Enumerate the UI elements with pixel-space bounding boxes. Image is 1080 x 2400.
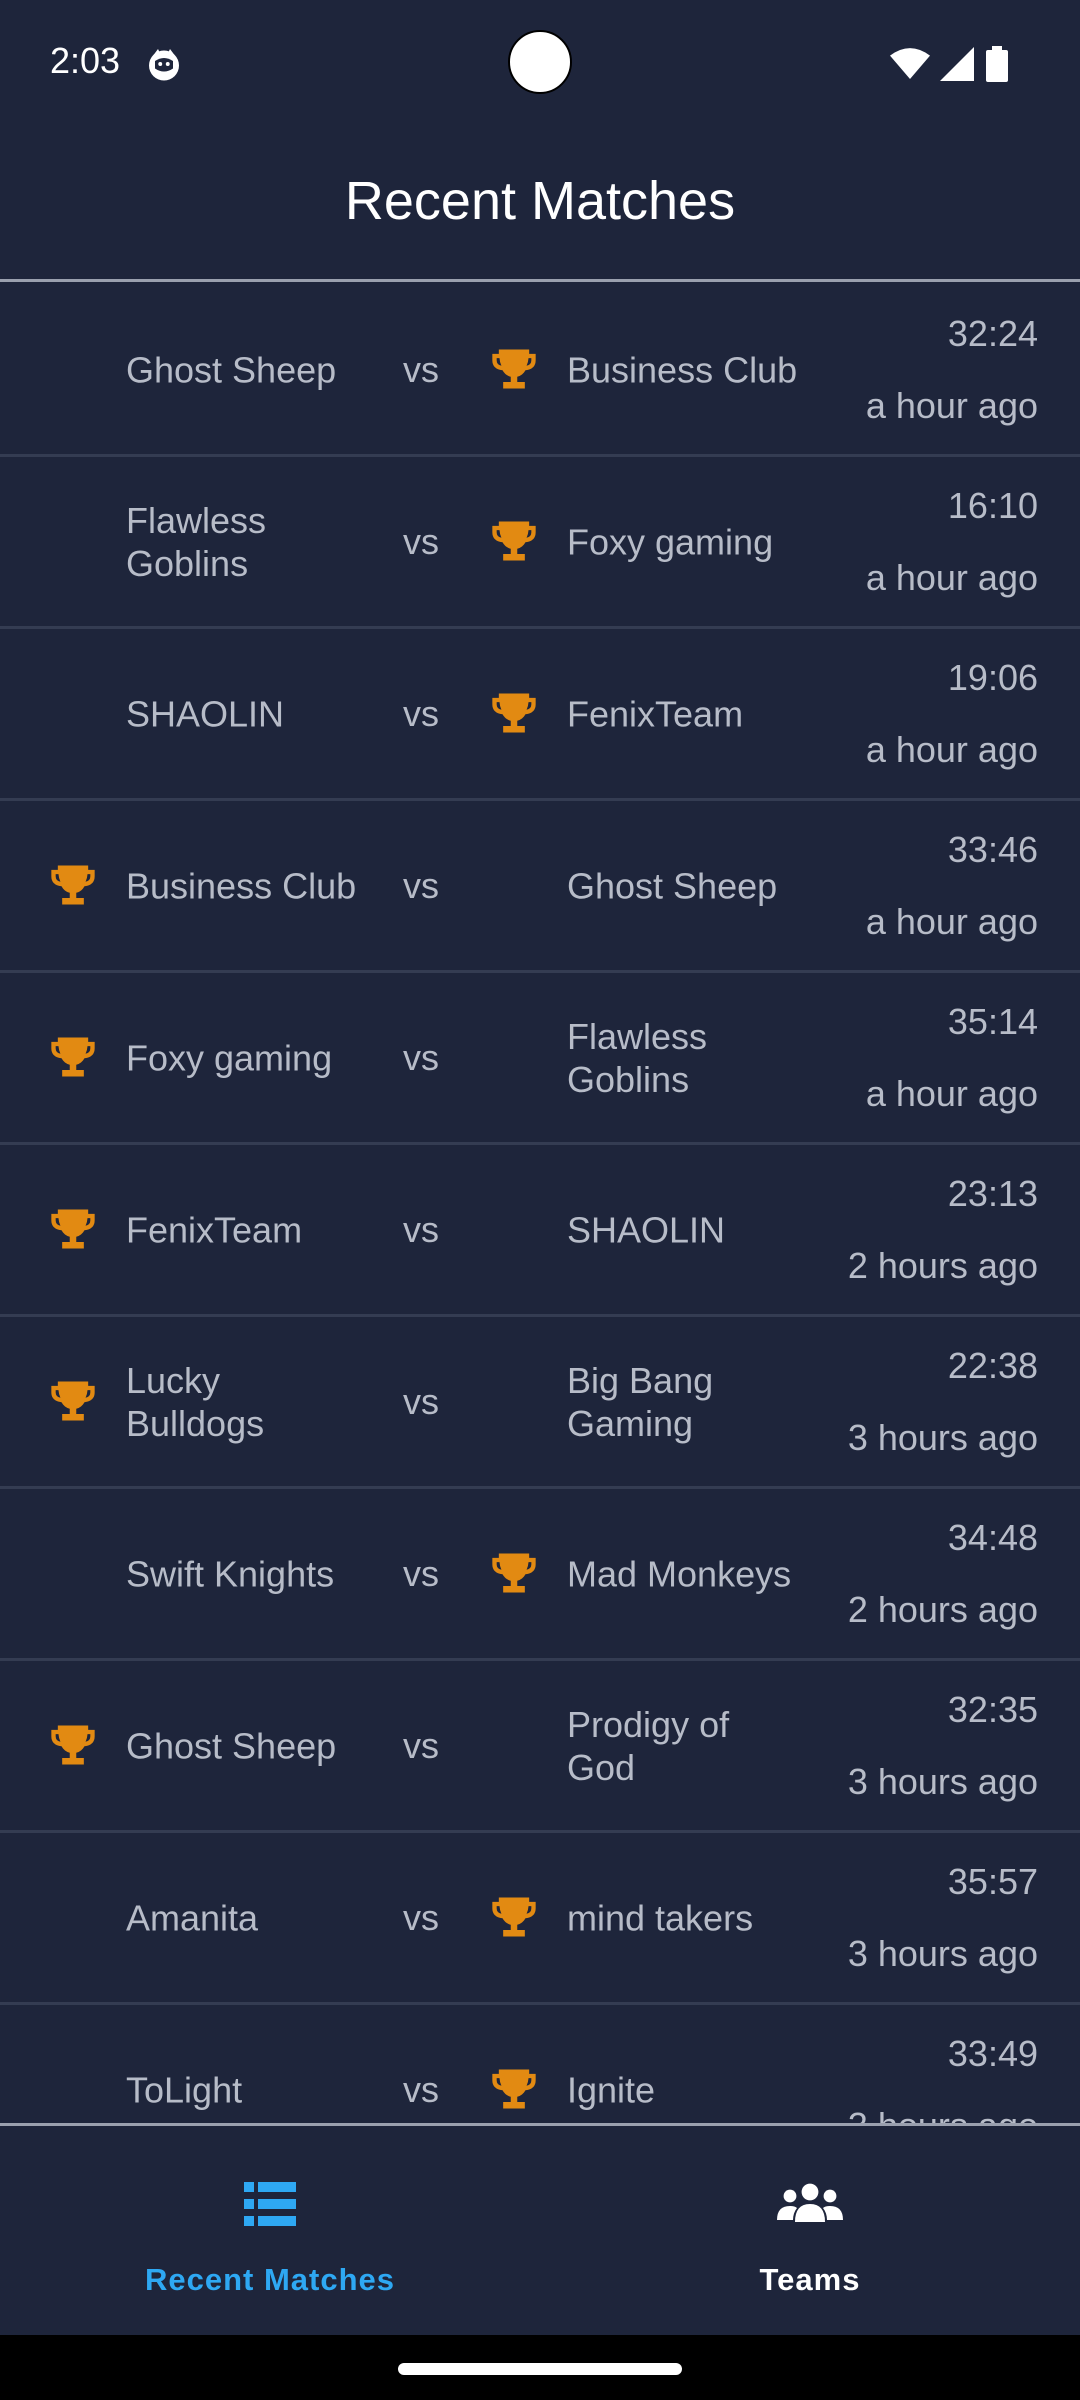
- match-time-ago: 3 hours ago: [847, 1761, 1038, 1802]
- match-time-ago: 2 hours ago: [847, 1245, 1038, 1286]
- vs-label: vs: [403, 348, 439, 390]
- bottom-navigation: Recent Matches Teams: [0, 2123, 1080, 2335]
- nav-teams[interactable]: Teams: [540, 2126, 1080, 2335]
- match-row[interactable]: Ghost Sheep vs Prodigy of God 32:35 3 hours …: [0, 1661, 1080, 1833]
- match-duration: 16:10: [947, 485, 1038, 526]
- people-icon: [777, 2183, 843, 2222]
- team1-name: Foxy gaming: [126, 1037, 333, 1078]
- vs-label: vs: [403, 1380, 439, 1422]
- trophy-icon: [51, 1725, 95, 1765]
- team1-name: ToLight: [126, 2069, 243, 2110]
- wifi-icon: [890, 48, 930, 79]
- match-time-ago: a hour ago: [865, 385, 1038, 426]
- team2-name: mind takers: [567, 1897, 754, 1938]
- notification-cat-icon: [149, 49, 179, 81]
- match-time-ago: a hour ago: [865, 901, 1038, 942]
- home-gesture-handle[interactable]: [398, 2363, 682, 2375]
- vs-label: vs: [403, 1724, 439, 1766]
- trophy-icon: [51, 1209, 95, 1249]
- team1-name: Business Club: [126, 865, 357, 906]
- trophy-icon: [492, 1553, 536, 1593]
- team2-name: Foxy gaming: [567, 521, 774, 562]
- status-icons: [890, 44, 1010, 84]
- team2-name: SHAOLIN: [567, 1209, 726, 1250]
- vs-label: vs: [403, 1552, 439, 1594]
- vs-label: vs: [403, 1036, 439, 1078]
- nav-recent-matches-label: Recent Matches: [144, 2262, 396, 2297]
- team2-name: Mad Monkeys: [567, 1553, 792, 1594]
- match-row[interactable]: Business Club vs Ghost Sheep 33:46 a hour ag…: [0, 801, 1080, 973]
- match-duration: 33:46: [947, 829, 1038, 870]
- trophy-icon: [51, 865, 95, 905]
- match-row[interactable]: Amanita vs mind takers 35:57 3 hours ago: [0, 1833, 1080, 2005]
- nav-teams-label: Teams: [759, 2262, 861, 2297]
- app-header: Recent Matches: [0, 130, 1080, 282]
- team1-name: Flawless Goblins: [126, 499, 267, 584]
- match-time-ago: 3 hours ago: [848, 2105, 1038, 2123]
- match-list[interactable]: Ghost Sheep vs Business Club 32:24 a hour ag…: [0, 285, 1080, 2123]
- team2-name: Ignite: [567, 2069, 656, 2110]
- vs-label: vs: [403, 520, 439, 562]
- match-row[interactable]: Lucky Bulldogs vs Big Bang Gaming 22:38 3 ho…: [0, 1317, 1080, 1489]
- team1-name: Amanita: [126, 1897, 259, 1938]
- team2-name: FenixTeam: [567, 693, 744, 734]
- match-row[interactable]: Swift Knights vs Mad Monkeys 34:48 2 hours a…: [0, 1489, 1080, 1661]
- trophy-icon: [51, 1381, 95, 1421]
- team2-name: Prodigy of God: [567, 1703, 730, 1788]
- cellular-signal-icon: [940, 47, 974, 81]
- camera-cutout: [508, 30, 572, 94]
- team2-name: Big Bang Gaming: [567, 1359, 714, 1444]
- team2-name: Business Club: [567, 349, 798, 390]
- status-time: 2:03: [50, 40, 121, 81]
- team1-name: SHAOLIN: [126, 693, 285, 734]
- team1-name: FenixTeam: [126, 1209, 303, 1250]
- vs-label: vs: [403, 1896, 439, 1938]
- match-row[interactable]: ToLight vs Ignite 33:49 3 hours ago: [0, 2005, 1080, 2123]
- vs-label: vs: [403, 864, 439, 906]
- team1-name: Swift Knights: [126, 1553, 335, 1594]
- match-duration: 35:14: [947, 1001, 1038, 1042]
- match-time-ago: a hour ago: [865, 1073, 1038, 1114]
- battery-icon: [986, 46, 1008, 82]
- match-time-ago: 3 hours ago: [847, 1933, 1038, 1974]
- trophy-icon: [51, 1037, 95, 1077]
- team2-name: Flawless Goblins: [567, 1015, 708, 1100]
- gesture-bar: [0, 2335, 1080, 2400]
- match-duration: 32:35: [947, 1689, 1038, 1730]
- trophy-icon: [492, 2069, 536, 2109]
- match-row[interactable]: Ghost Sheep vs Business Club 32:24 a hour ag…: [0, 285, 1080, 457]
- match-duration: 22:38: [947, 1345, 1038, 1386]
- trophy-icon: [492, 1897, 536, 1937]
- match-duration: 19:06: [947, 657, 1038, 698]
- team2-name: Ghost Sheep: [567, 865, 778, 906]
- page-title: Recent Matches: [344, 170, 736, 231]
- team1-name: Ghost Sheep: [126, 349, 337, 390]
- match-row[interactable]: Flawless Goblins vs Foxy gaming 16:10 a hour…: [0, 457, 1080, 629]
- match-time-ago: a hour ago: [865, 557, 1038, 598]
- match-time-ago: a hour ago: [865, 729, 1038, 770]
- vs-label: vs: [403, 1208, 439, 1250]
- trophy-icon: [492, 349, 536, 389]
- team1-name: Lucky Bulldogs: [126, 1359, 265, 1444]
- match-row[interactable]: Foxy gaming vs Flawless Goblins 35:14 a hour…: [0, 973, 1080, 1145]
- trophy-icon: [492, 521, 536, 561]
- match-duration: 32:24: [947, 313, 1038, 354]
- team1-name: Ghost Sheep: [126, 1725, 337, 1766]
- nav-recent-matches[interactable]: Recent Matches: [0, 2126, 540, 2335]
- list-icon: [244, 2182, 296, 2226]
- vs-label: vs: [403, 2068, 439, 2110]
- match-duration: 33:49: [947, 2033, 1038, 2074]
- match-row[interactable]: SHAOLIN vs FenixTeam 19:06 a hour ago: [0, 629, 1080, 801]
- match-duration: 34:48: [947, 1517, 1038, 1558]
- vs-label: vs: [403, 692, 439, 734]
- match-row[interactable]: FenixTeam vs SHAOLIN 23:13 2 hours ago: [0, 1145, 1080, 1317]
- status-bar: 2:03: [0, 0, 1080, 130]
- match-time-ago: 2 hours ago: [847, 1589, 1038, 1630]
- match-duration: 35:57: [947, 1861, 1038, 1902]
- match-time-ago: 3 hours ago: [847, 1417, 1038, 1458]
- match-duration: 23:13: [947, 1173, 1038, 1214]
- trophy-icon: [492, 693, 536, 733]
